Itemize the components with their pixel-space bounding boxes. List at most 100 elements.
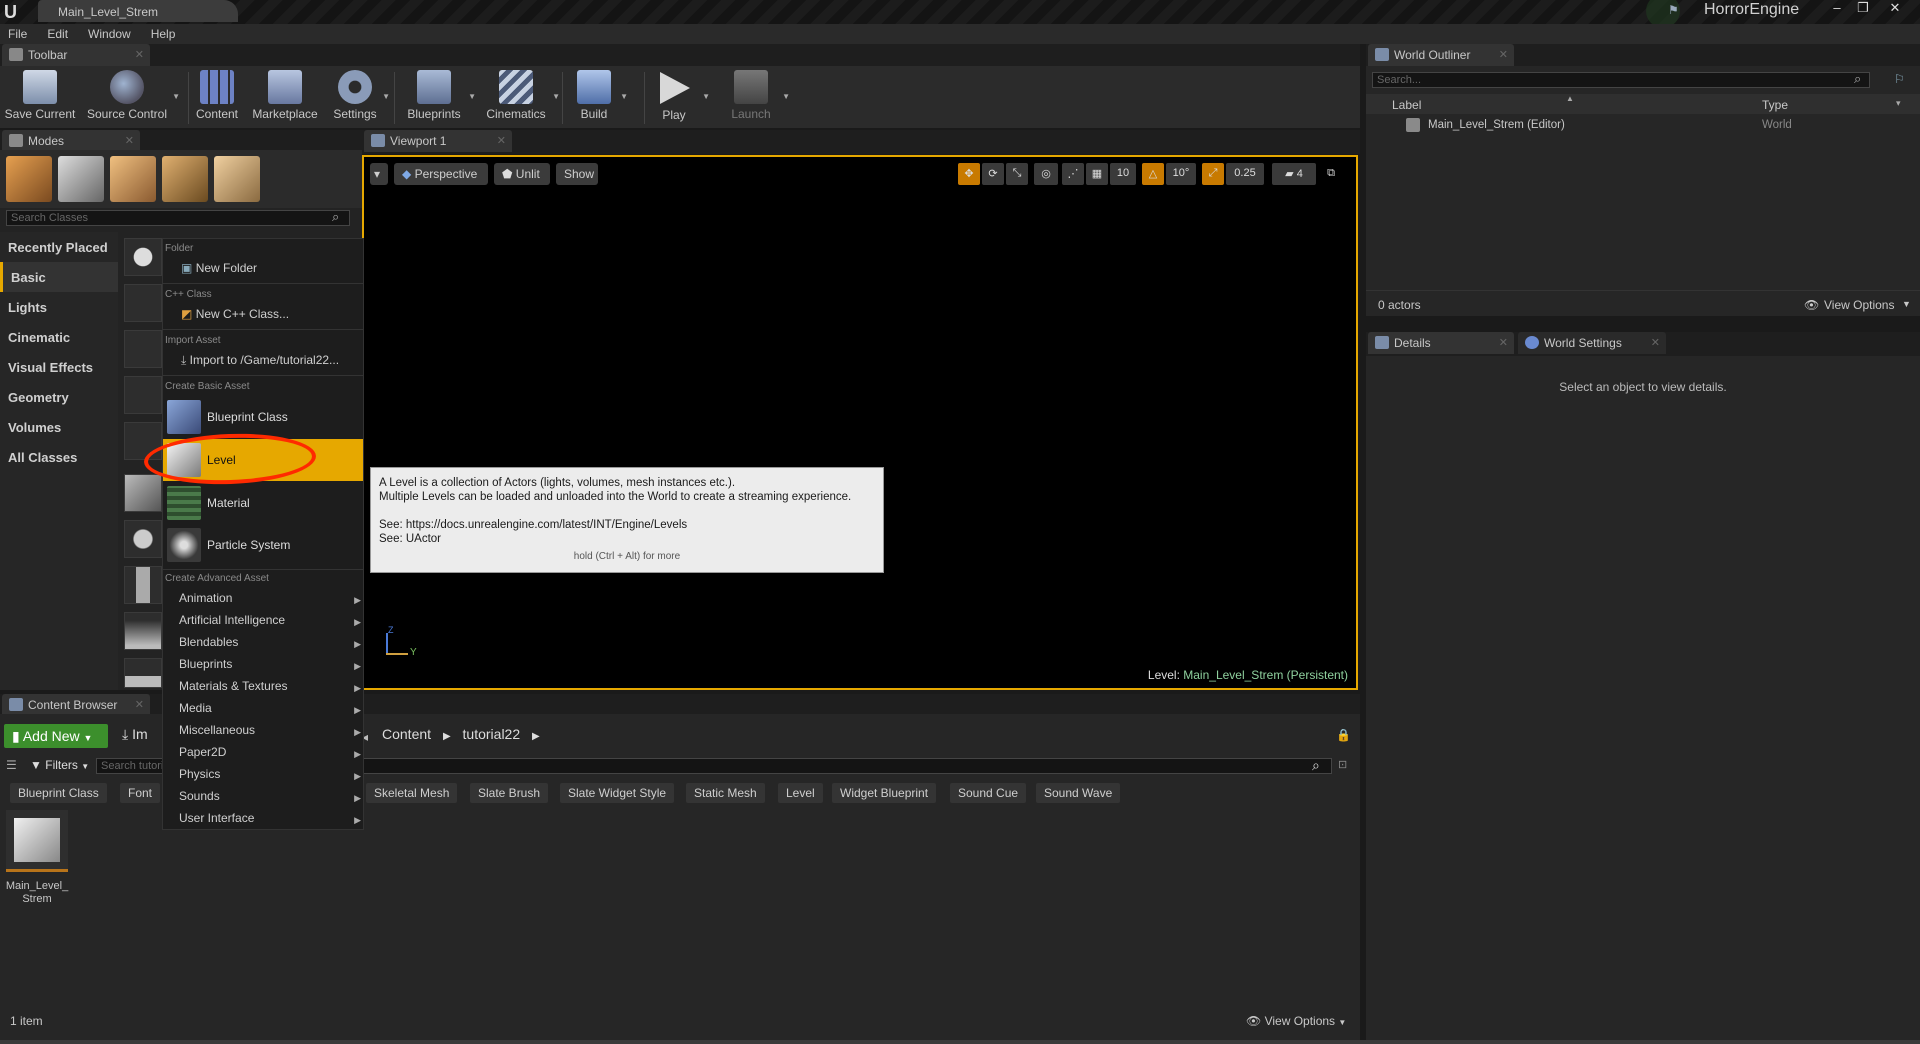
tab-world-settings[interactable]: World Settings ✕: [1518, 332, 1666, 354]
grid-snap-value[interactable]: 10: [1110, 163, 1136, 185]
tab-close-icon[interactable]: ✕: [135, 698, 144, 711]
submenu-media[interactable]: Media: [179, 701, 212, 715]
tab-close-icon[interactable]: ✕: [135, 48, 144, 61]
breadcrumb-tutorial22[interactable]: tutorial22: [463, 726, 521, 742]
tab-viewport[interactable]: Viewport 1 ✕: [364, 130, 512, 152]
tab-modes[interactable]: Modes ✕: [2, 130, 140, 150]
submenu-materials-textures[interactable]: Materials & Textures: [179, 679, 288, 693]
tab-close-icon[interactable]: ✕: [1499, 336, 1508, 349]
perspective-button[interactable]: ◆ Perspective: [394, 163, 488, 185]
save-current-button[interactable]: Save Current: [4, 68, 76, 126]
category-recently-placed[interactable]: Recently Placed: [0, 232, 118, 262]
filter-chip[interactable]: Slate Widget Style: [560, 783, 675, 803]
category-volumes[interactable]: Volumes: [0, 412, 118, 442]
empty-actor-thumbnail[interactable]: [124, 238, 162, 276]
outliner-row[interactable]: Main_Level_Strem (Editor) World: [1366, 116, 1920, 134]
scale-tool-icon[interactable]: ⤡: [1006, 163, 1028, 185]
category-geometry[interactable]: Geometry: [0, 382, 118, 412]
place-mode-icon[interactable]: [6, 156, 52, 202]
submenu-blendables[interactable]: Blendables: [179, 635, 238, 649]
unlit-button[interactable]: ⬟ Unlit: [494, 163, 550, 185]
filter-chip[interactable]: Skeletal Mesh: [366, 783, 458, 803]
camera-speed-button[interactable]: ▰ 4: [1272, 163, 1316, 185]
menu-item-material[interactable]: Material: [163, 483, 363, 523]
menu-file[interactable]: File: [8, 27, 27, 41]
cylinder-thumbnail[interactable]: [124, 566, 162, 604]
dropdown-arrow-icon[interactable]: ▼: [702, 92, 710, 101]
rotation-snap-icon[interactable]: △: [1142, 163, 1164, 185]
filter-chip[interactable]: Widget Blueprint: [832, 783, 937, 803]
filter-chip[interactable]: Sound Wave: [1036, 783, 1121, 803]
filters-button[interactable]: ▼ Filters ▼: [30, 758, 89, 772]
column-options-icon[interactable]: ▾: [1896, 98, 1901, 109]
sphere-thumbnail[interactable]: [124, 520, 162, 558]
point-light-thumbnail[interactable]: [124, 376, 162, 414]
add-new-button[interactable]: ▮ Add New ▼: [4, 724, 108, 748]
tab-world-outliner[interactable]: World Outliner ✕: [1368, 44, 1514, 66]
tab-toolbar[interactable]: Toolbar ✕: [2, 44, 150, 66]
filter-chip[interactable]: Font: [120, 783, 161, 803]
tab-close-icon[interactable]: ✕: [125, 134, 134, 147]
menu-edit[interactable]: Edit: [47, 27, 68, 41]
world-local-icon[interactable]: ◎: [1034, 163, 1058, 185]
dropdown-arrow-icon[interactable]: ▼: [172, 92, 180, 101]
filter-chip[interactable]: Level: [778, 783, 823, 803]
dropdown-arrow-icon[interactable]: ▼: [782, 92, 790, 101]
filter-chip[interactable]: Slate Brush: [470, 783, 549, 803]
empty-character-thumbnail[interactable]: [124, 284, 162, 322]
category-basic[interactable]: Basic: [0, 262, 118, 292]
surface-snap-icon[interactable]: ⋰: [1062, 163, 1084, 185]
asset-thumbnail[interactable]: [6, 810, 68, 872]
marketplace-button[interactable]: Marketplace: [250, 68, 320, 126]
dropdown-arrow-icon[interactable]: ▼: [468, 92, 476, 101]
tab-details[interactable]: Details ✕: [1368, 332, 1514, 354]
filter-chip[interactable]: Sound Cue: [950, 783, 1027, 803]
view-options-button[interactable]: View Options: [1824, 298, 1894, 312]
maximize-viewport-icon[interactable]: ⧉: [1322, 163, 1340, 185]
submenu-miscellaneous[interactable]: Miscellaneous: [179, 723, 255, 737]
rotation-snap-value[interactable]: 10°: [1166, 163, 1196, 185]
breadcrumb-content[interactable]: Content: [382, 726, 431, 742]
menu-item-particle-system[interactable]: Particle System: [163, 525, 363, 565]
sources-toggle-icon[interactable]: ☰: [6, 758, 17, 772]
filter-chip[interactable]: Blueprint Class: [10, 783, 107, 803]
dropdown-arrow-icon[interactable]: ▼: [620, 92, 628, 101]
search-classes-input[interactable]: Search Classes: [6, 210, 350, 226]
cube-thumbnail[interactable]: [124, 474, 162, 512]
import-button[interactable]: ⤓ Im: [122, 726, 148, 743]
scale-snap-icon[interactable]: ⤢: [1202, 163, 1224, 185]
paint-mode-icon[interactable]: [58, 156, 104, 202]
outliner-options-icon[interactable]: ⚐: [1894, 72, 1910, 88]
minimize-button[interactable]: –: [1826, 0, 1848, 16]
dropdown-arrow-icon[interactable]: ▼: [552, 92, 560, 101]
landscape-mode-icon[interactable]: [110, 156, 156, 202]
menu-item-blueprint-class[interactable]: Blueprint Class: [163, 397, 363, 437]
viewport[interactable]: ▾ ◆ Perspective ⬟ Unlit Show ✥ ⟳ ⤡ ◎ ⋰ ▦…: [362, 155, 1358, 690]
grid-snap-icon[interactable]: ▦: [1086, 163, 1108, 185]
column-label[interactable]: Label: [1392, 98, 1421, 112]
settings-button[interactable]: Settings ▼: [330, 68, 390, 126]
save-search-icon[interactable]: ⊡: [1338, 758, 1347, 771]
submenu-blueprints[interactable]: Blueprints: [179, 657, 232, 671]
category-cinematic[interactable]: Cinematic: [0, 322, 118, 352]
menu-help[interactable]: Help: [151, 27, 176, 41]
submenu-sounds[interactable]: Sounds: [179, 789, 220, 803]
play-button[interactable]: Play ▼: [652, 68, 710, 126]
category-all-classes[interactable]: All Classes: [0, 442, 118, 472]
category-lights[interactable]: Lights: [0, 292, 118, 322]
build-button[interactable]: Build ▼: [572, 68, 628, 126]
viewport-options-dropdown[interactable]: ▾: [370, 163, 388, 185]
submenu-physics[interactable]: Physics: [179, 767, 220, 781]
menu-item-new-folder[interactable]: ▣ New Folder: [181, 261, 257, 275]
rotate-tool-icon[interactable]: ⟳: [982, 163, 1004, 185]
tab-close-icon[interactable]: ✕: [1499, 48, 1508, 61]
translate-tool-icon[interactable]: ✥: [958, 163, 980, 185]
submenu-paper2d[interactable]: Paper2D: [179, 745, 226, 759]
category-visual-effects[interactable]: Visual Effects: [0, 352, 118, 382]
menu-item-new-cpp-class[interactable]: ◩ New C++ Class...: [181, 307, 289, 321]
submenu-user-interface[interactable]: User Interface: [179, 811, 254, 825]
plane-thumbnail[interactable]: [124, 658, 162, 688]
scale-snap-value[interactable]: 0.25: [1226, 163, 1264, 185]
submenu-animation[interactable]: Animation: [179, 591, 232, 605]
cone-thumbnail[interactable]: [124, 612, 162, 650]
